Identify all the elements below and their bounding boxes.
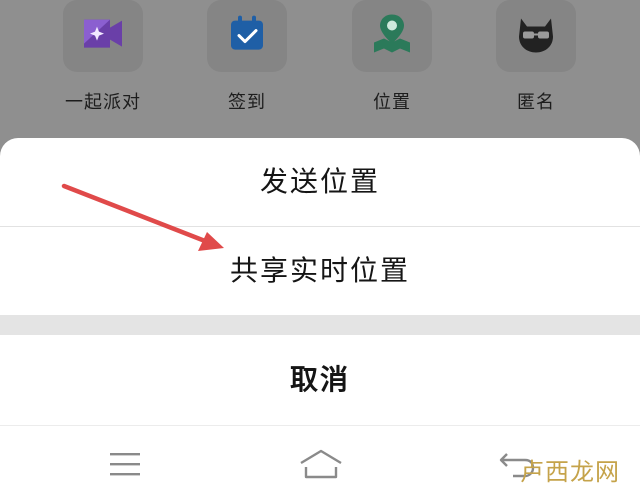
- screen: 一起派对 签到 位置 匿名 发送位置 共享实时位置 取消 卢西龙网: [0, 0, 640, 499]
- location-action-sheet: 发送位置 共享实时位置 取消: [0, 138, 640, 499]
- home-icon[interactable]: [297, 446, 342, 482]
- menu-icon[interactable]: [103, 446, 147, 482]
- app-label: 签到: [228, 92, 266, 113]
- share-live-location-option[interactable]: 共享实时位置: [0, 227, 640, 315]
- app-tile: [352, 0, 432, 72]
- app-item-anonymous: 匿名: [476, 0, 596, 113]
- background-app-grid: 一起派对 签到 位置 匿名: [0, 0, 640, 140]
- app-label: 匿名: [517, 92, 555, 113]
- send-location-option[interactable]: 发送位置: [0, 138, 640, 226]
- app-item-party: 一起派对: [43, 0, 163, 113]
- app-tile: [207, 0, 287, 72]
- app-item-checkin: 签到: [187, 0, 307, 113]
- watermark-text: 卢西龙网: [520, 458, 620, 486]
- app-tile: [63, 0, 143, 72]
- app-label: 一起派对: [65, 92, 141, 113]
- app-item-location: 位置: [332, 0, 452, 113]
- app-tile: [496, 0, 576, 72]
- app-label: 位置: [373, 92, 411, 113]
- section-gap: [0, 315, 640, 335]
- cancel-button[interactable]: 取消: [0, 335, 640, 425]
